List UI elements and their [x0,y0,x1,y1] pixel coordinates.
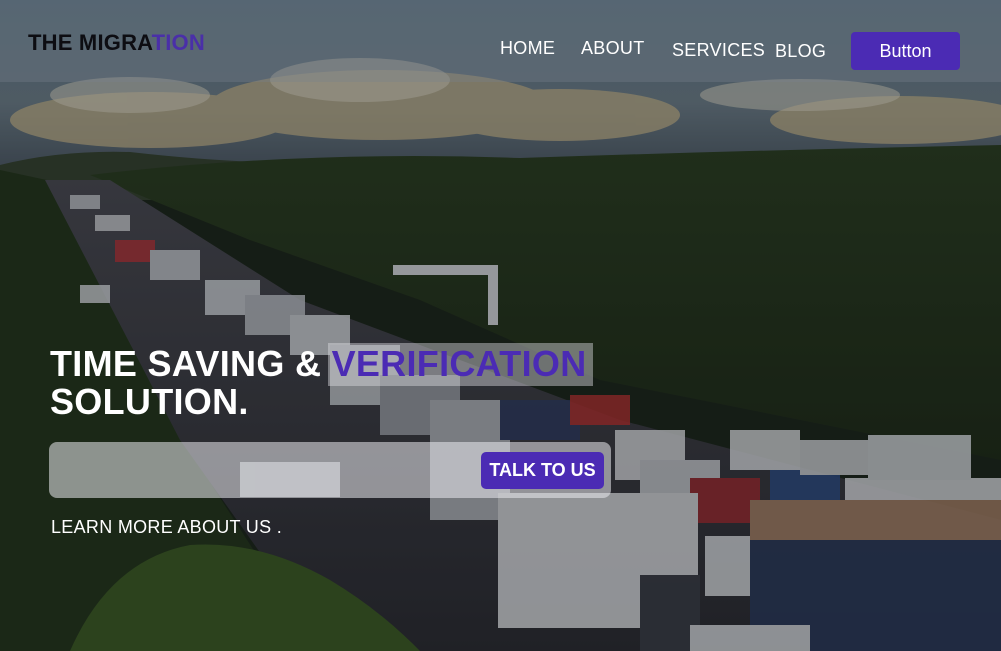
hero-title-line1: TIME SAVING & VERIFICATION [50,343,593,386]
nav-services[interactable]: SERVICES [672,40,765,61]
logo-accent-text: TION [151,30,205,55]
learn-more-link[interactable]: LEARN MORE ABOUT US . [51,517,282,538]
hero-background-image [0,0,1001,651]
site-header: THE MIGRATION HOME ABOUT SERVICES BLOG B… [0,0,1001,82]
header-button[interactable]: Button [851,32,960,70]
hero-title-plain: TIME SAVING & [50,343,332,384]
hero-title-line2: SOLUTION. [50,381,249,422]
hero-title-highlight: VERIFICATION [327,343,593,386]
nav-about[interactable]: ABOUT [581,38,645,59]
site-logo[interactable]: THE MIGRATION [28,30,205,56]
nav-blog[interactable]: BLOG [775,41,826,62]
nav-home[interactable]: HOME [500,38,555,59]
logo-main-text: THE MIGRA [28,30,152,55]
talk-to-us-button[interactable]: TALK TO US [481,452,604,489]
hero-title: TIME SAVING & VERIFICATION SOLUTION. [50,343,593,422]
